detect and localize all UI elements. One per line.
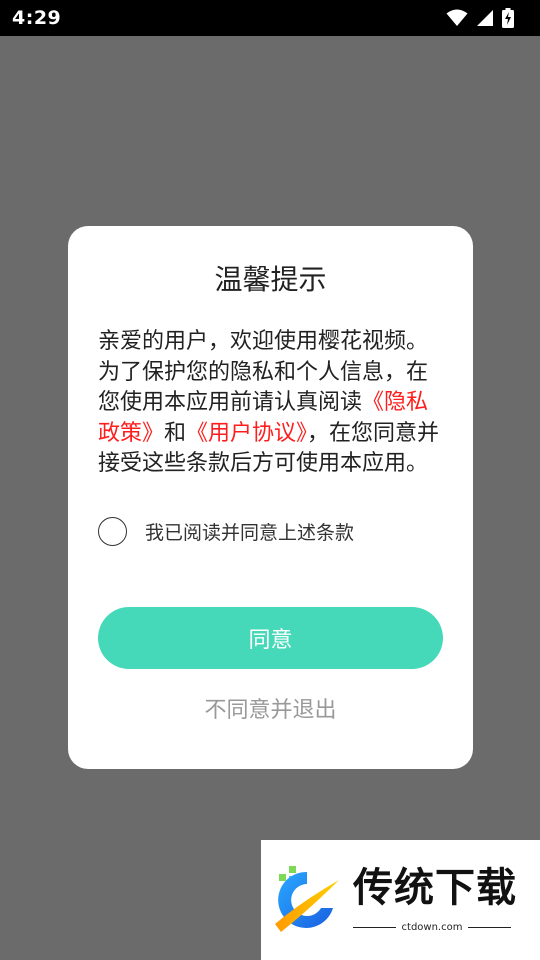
terms-checkbox[interactable] [98,516,127,546]
wifi-icon [446,9,468,26]
privacy-dialog: 温馨提示 亲爱的用户，欢迎使用樱花视频。为了保护您的隐私和个人信息，在您使用本应… [68,226,473,769]
watermark-divider-right [468,927,511,928]
watermark-url-row: ctdown.com [353,922,511,933]
disagree-exit-button[interactable]: 不同意并退出 [68,692,473,724]
cell-signal-icon [477,10,493,26]
status-time: 4:29 [12,7,62,29]
dialog-title: 温馨提示 [214,263,327,296]
ctdown-logo-icon [275,866,339,932]
agree-button[interactable]: 同意 [98,607,443,669]
watermark-url: ctdown.com [401,922,463,933]
watermark-divider-left [353,927,396,928]
message-text-conjunction: 和 [164,420,187,446]
status-bar: 4:29 [0,0,540,36]
watermark-title: 传统下载 [353,865,517,911]
status-icons [446,8,514,28]
terms-checkbox-label[interactable]: 我已阅读并同意上述条款 [145,518,354,545]
user-agreement-link[interactable]: 《用户协议》 [186,421,307,446]
terms-agreement-row[interactable]: 我已阅读并同意上述条款 [98,515,354,547]
dialog-message: 亲爱的用户，欢迎使用樱花视频。为了保护您的隐私和个人信息，在您使用本应用前请认真… [98,327,443,480]
site-watermark: 传统下载 ctdown.com [261,840,540,960]
battery-charging-icon [502,8,514,28]
